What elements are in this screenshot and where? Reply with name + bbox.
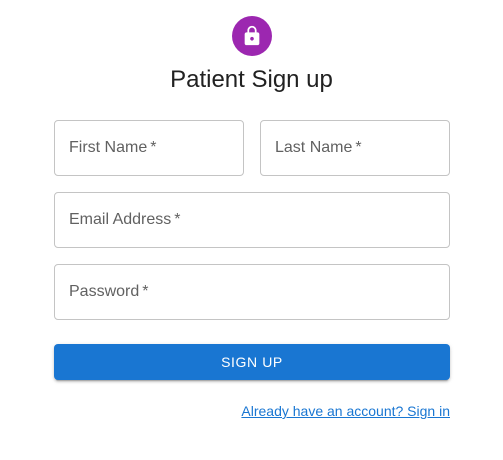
- required-mark: *: [150, 139, 157, 156]
- sign-up-button[interactable]: SIGN UP: [54, 344, 450, 380]
- email-label-text: Email Address: [69, 211, 172, 228]
- required-mark: *: [174, 211, 181, 228]
- password-label: Password *: [69, 265, 148, 319]
- first-name-field[interactable]: First Name *: [54, 120, 244, 176]
- page-title: Patient Sign up: [170, 66, 333, 93]
- last-name-label-text: Last Name: [275, 139, 353, 156]
- last-name-label: Last Name *: [275, 121, 362, 175]
- required-mark: *: [355, 139, 362, 156]
- first-name-label: First Name *: [69, 121, 156, 175]
- password-label-text: Password: [69, 283, 140, 300]
- password-field[interactable]: Password *: [54, 264, 450, 320]
- avatar: [232, 16, 272, 56]
- email-field[interactable]: Email Address *: [54, 192, 450, 248]
- last-name-field[interactable]: Last Name *: [260, 120, 450, 176]
- first-name-label-text: First Name: [69, 139, 148, 156]
- sign-in-link[interactable]: Already have an account? Sign in: [241, 401, 450, 421]
- required-mark: *: [142, 283, 149, 300]
- lock-icon: [244, 25, 260, 46]
- email-label: Email Address *: [69, 193, 181, 247]
- signup-page: Patient Sign up First Name * Last Name * E…: [0, 0, 503, 460]
